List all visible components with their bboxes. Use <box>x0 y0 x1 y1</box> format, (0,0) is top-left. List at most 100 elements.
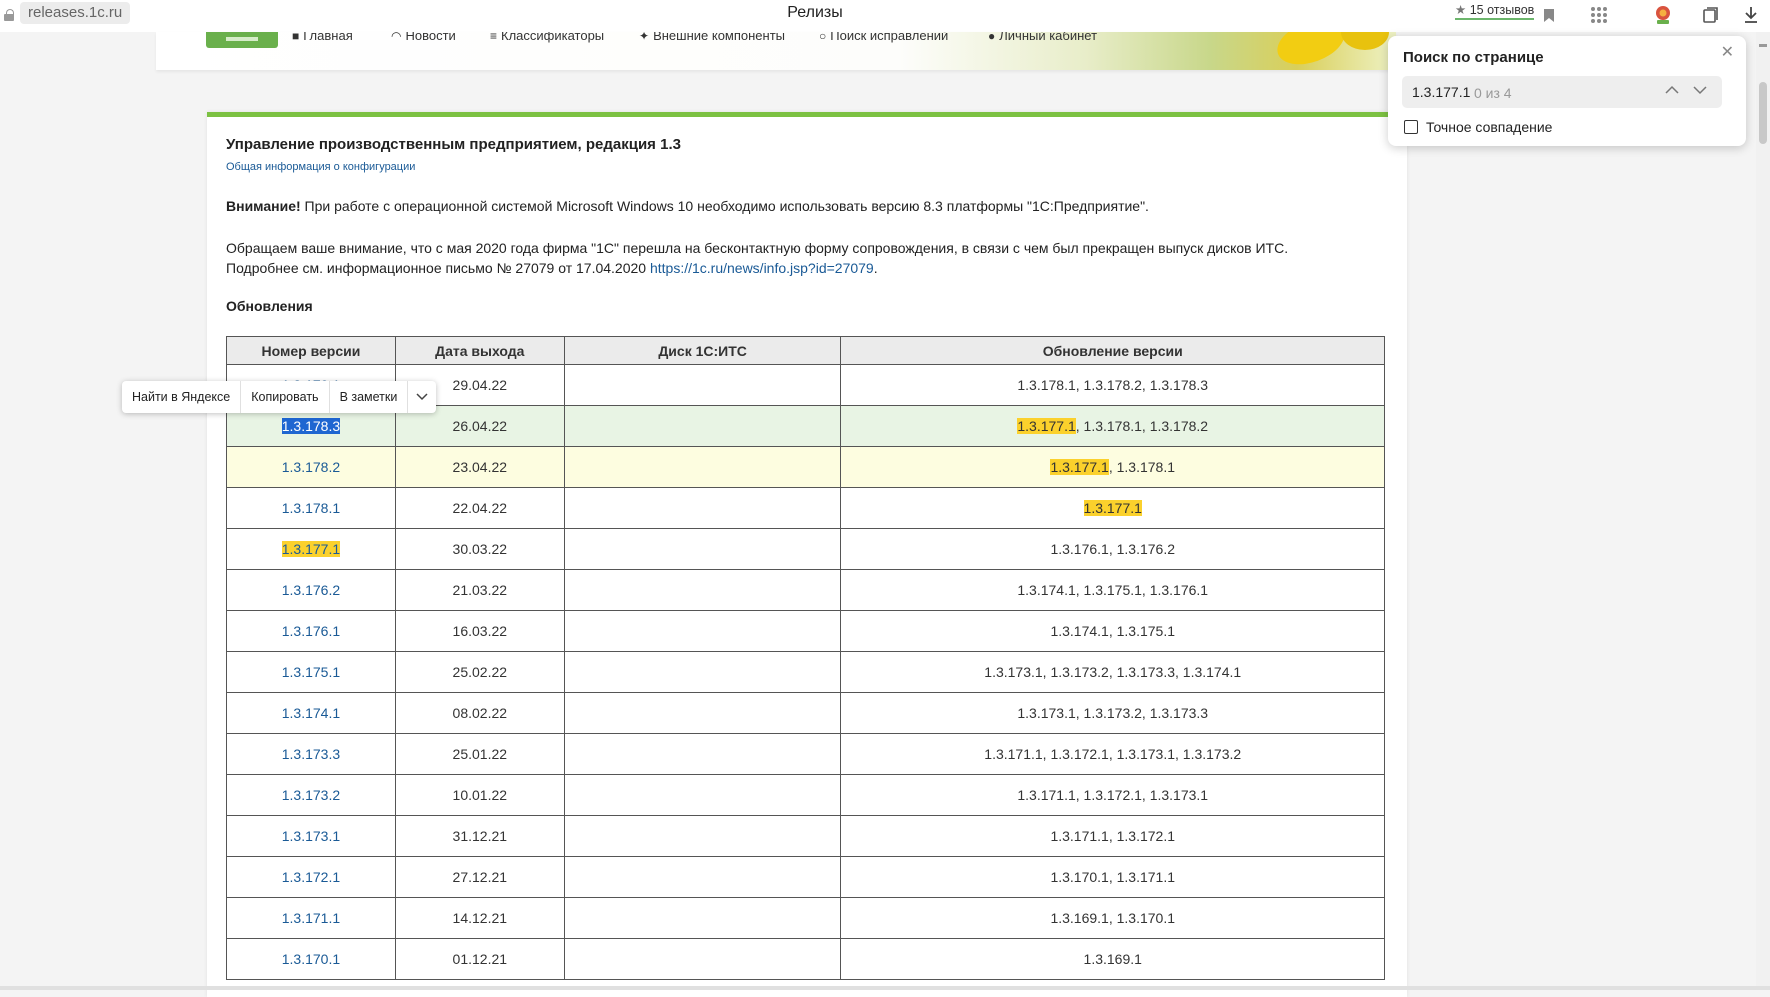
version-link[interactable]: 1.3.176.2 <box>282 582 340 598</box>
chevron-down-icon[interactable] <box>408 390 436 404</box>
update-versions: 1.3.174.1, 1.3.175.1 <box>1050 623 1176 639</box>
update-cell: 1.3.169.1 <box>840 938 1385 980</box>
version-link[interactable]: 1.3.176.1 <box>282 623 340 639</box>
close-icon[interactable]: ✕ <box>1721 42 1734 62</box>
puzzle-icon: ✦ <box>639 32 650 43</box>
version-link[interactable]: 1.3.178.3 <box>281 418 341 434</box>
date-cell: 16.03.22 <box>394 610 565 652</box>
update-versions: 1.3.176.1, 1.3.176.2 <box>1050 541 1176 557</box>
collections-icon[interactable] <box>1700 4 1722 26</box>
site-logo[interactable] <box>206 32 278 48</box>
disk-cell <box>563 610 842 652</box>
update-cell: 1.3.177.1, 1.3.178.1, 1.3.178.2 <box>840 405 1385 447</box>
update-cell: 1.3.177.1 <box>840 487 1385 529</box>
nav-label: Главная <box>303 32 353 43</box>
chevron-down-icon[interactable] <box>1692 82 1708 101</box>
update-cell: 1.3.173.1, 1.3.173.2, 1.3.173.3 <box>840 692 1385 734</box>
flower-decoration <box>1341 32 1389 50</box>
add-to-notes-button[interactable]: В заметки <box>330 381 409 413</box>
version-link[interactable]: 1.3.173.2 <box>282 787 340 803</box>
update-versions: , 1.3.178.1, 1.3.178.2 <box>1075 418 1209 434</box>
update-cell: 1.3.171.1, 1.3.172.1, 1.3.173.1 <box>840 774 1385 816</box>
version-link[interactable]: 1.3.171.1 <box>282 910 340 926</box>
update-cell: 1.3.171.1, 1.3.172.1, 1.3.173.1, 1.3.173… <box>840 733 1385 775</box>
nav-label: Классификаторы <box>501 32 605 43</box>
find-on-page-panel: Поиск по странице ✕ 1.3.177.1 0 из 4 Точ… <box>1388 36 1746 146</box>
scroll-up-arrow[interactable] <box>1759 44 1767 47</box>
update-versions: 1.3.171.1, 1.3.172.1 <box>1050 828 1176 844</box>
nav-label: Личный кабинет <box>999 32 1098 43</box>
disk-cell <box>563 774 842 816</box>
nav-item-home[interactable]: ■ Главная <box>292 32 353 43</box>
update-versions: 1.3.170.1, 1.3.171.1 <box>1050 869 1176 885</box>
reviews-button[interactable]: ★ 15 отзывов <box>1455 2 1535 20</box>
nav-item-news[interactable]: ◠ Новости <box>391 32 456 43</box>
date-cell: 10.01.22 <box>394 774 565 816</box>
chevron-up-icon[interactable] <box>1664 82 1680 101</box>
disk-cell <box>563 405 842 447</box>
search-highlight: 1.3.177.1 <box>1017 418 1076 434</box>
copy-button[interactable]: Копировать <box>241 381 330 413</box>
warning-label: Внимание! <box>226 198 301 214</box>
version-cell: 1.3.170.1 <box>226 938 396 980</box>
update-cell: 1.3.174.1, 1.3.175.1 <box>840 610 1385 652</box>
nav-item-classifiers[interactable]: ≡ Классификаторы <box>490 32 604 43</box>
version-link[interactable]: 1.3.178.1 <box>282 500 340 516</box>
version-cell: 1.3.173.3 <box>226 733 396 775</box>
version-cell: 1.3.178.1 <box>226 487 396 529</box>
browser-toolbar: releases.1c.ru Релизы ★ 15 отзывов <box>0 0 1770 32</box>
exact-match-checkbox[interactable] <box>1404 120 1418 134</box>
table-row: 1.3.173.1 31.12.21 1.3.171.1, 1.3.172.1 <box>226 815 1385 857</box>
config-info-link[interactable]: Общая информация о конфигурации <box>226 161 415 173</box>
update-cell: 1.3.174.1, 1.3.175.1, 1.3.176.1 <box>840 569 1385 611</box>
bookmark-icon[interactable] <box>1538 4 1560 26</box>
version-cell: 1.3.172.1 <box>226 856 396 898</box>
user-icon: ● <box>988 32 996 43</box>
version-link[interactable]: 1.3.177.1 <box>281 541 341 557</box>
version-link[interactable]: 1.3.170.1 <box>282 951 340 967</box>
update-versions: 1.3.178.1, 1.3.178.2, 1.3.178.3 <box>1017 377 1209 393</box>
nav-item-account[interactable]: ● Личный кабинет <box>988 32 1097 43</box>
version-link[interactable]: 1.3.174.1 <box>282 705 340 721</box>
page-scrollbar[interactable] <box>1756 32 1770 990</box>
nav-item-fix-search[interactable]: ○ Поиск исправлений <box>819 32 948 43</box>
info-letter-link[interactable]: https://1c.ru/news/info.jsp?id=27079 <box>650 260 874 276</box>
apps-grid-icon[interactable] <box>1588 4 1610 26</box>
table-row: 1.3.173.3 25.01.22 1.3.171.1, 1.3.172.1, 1… <box>226 733 1385 775</box>
page-title: Управление производственным предприятием… <box>226 136 681 153</box>
version-cell: 1.3.175.1 <box>226 651 396 693</box>
nav-label: Поиск исправлений <box>830 32 949 43</box>
find-match-count: 0 из 4 <box>1474 85 1512 101</box>
version-link[interactable]: 1.3.175.1 <box>282 664 340 680</box>
find-panel-title: Поиск по странице <box>1403 49 1544 66</box>
extension-icon[interactable] <box>1652 4 1674 26</box>
find-input[interactable]: 1.3.177.1 0 из 4 <box>1402 76 1722 108</box>
table-row: 1.3.171.1 14.12.21 1.3.169.1, 1.3.170.1 <box>226 897 1385 939</box>
exact-match-label: Точное совпадение <box>1426 119 1553 135</box>
version-cell: 1.3.173.2 <box>226 774 396 816</box>
notice-line-1: Обращаем ваше внимание, что с мая 2020 г… <box>226 240 1289 256</box>
update-versions: 1.3.173.1, 1.3.173.2, 1.3.173.3 <box>1017 705 1209 721</box>
date-cell: 27.12.21 <box>394 856 565 898</box>
update-versions: 1.3.169.1 <box>1083 951 1142 967</box>
disk-cell <box>563 446 842 488</box>
table-row: 1.3.176.2 21.03.22 1.3.174.1, 1.3.175.1, 1… <box>226 569 1385 611</box>
selection-context-menu: Найти в Яндексе Копировать В заметки <box>122 381 437 413</box>
version-link[interactable]: 1.3.173.1 <box>282 828 340 844</box>
version-link[interactable]: 1.3.173.3 <box>282 746 340 762</box>
disk-cell <box>563 733 842 775</box>
download-icon[interactable] <box>1740 4 1762 26</box>
disk-cell <box>563 569 842 611</box>
version-cell: 1.3.174.1 <box>226 692 396 734</box>
update-cell: 1.3.170.1, 1.3.171.1 <box>840 856 1385 898</box>
nav-label: Внешние компоненты <box>653 32 786 43</box>
search-yandex-button[interactable]: Найти в Яндексе <box>122 381 242 413</box>
version-link[interactable]: 1.3.178.2 <box>282 459 340 475</box>
date-cell: 01.12.21 <box>394 938 565 980</box>
nav-item-external-components[interactable]: ✦ Внешние компоненты <box>639 32 785 43</box>
date-cell: 21.03.22 <box>394 569 565 611</box>
version-link[interactable]: 1.3.172.1 <box>282 869 340 885</box>
date-cell: 30.03.22 <box>394 528 565 570</box>
disk-cell <box>563 897 842 939</box>
scrollbar-thumb[interactable] <box>1759 82 1767 144</box>
